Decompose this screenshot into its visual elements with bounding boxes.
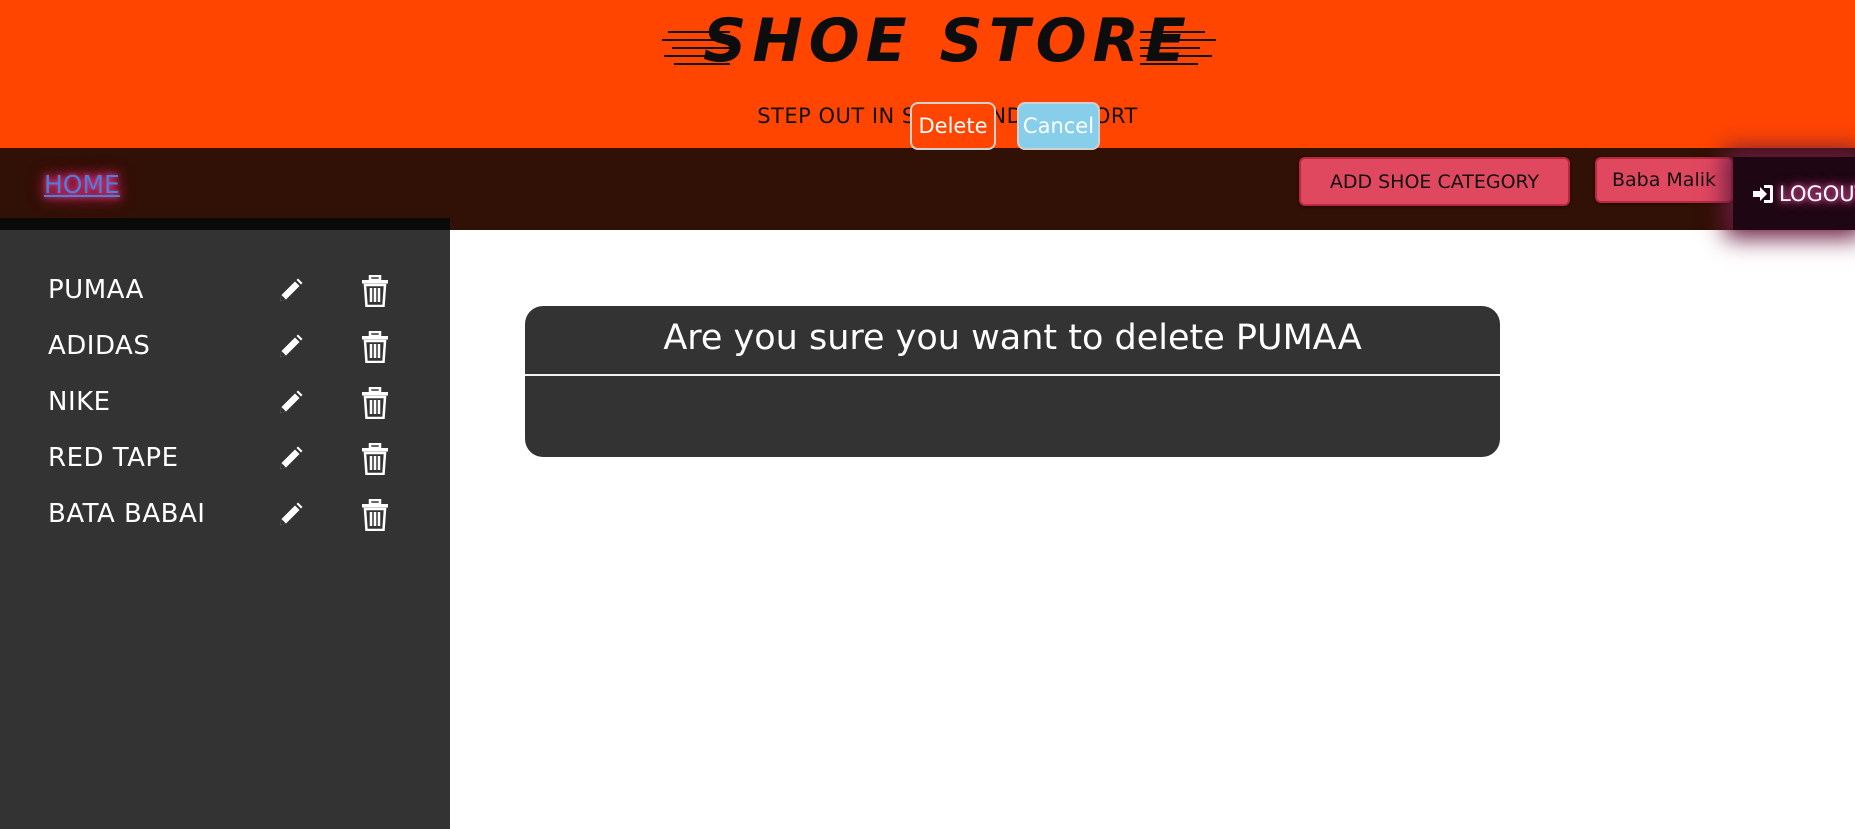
pencil-icon[interactable]	[275, 388, 305, 418]
category-name: BATA BABAI	[48, 499, 206, 529]
logout-button[interactable]: LOGOUT	[1733, 157, 1855, 230]
category-name: PUMAA	[48, 275, 144, 305]
dialog-divider	[525, 374, 1500, 376]
category-item: NIKE	[0, 374, 450, 430]
dialog-message: Are you sure you want to delete PUMAA	[663, 318, 1362, 358]
nav-home-link[interactable]: HOME	[44, 170, 120, 199]
pencil-icon[interactable]	[275, 332, 305, 362]
pencil-icon[interactable]	[275, 444, 305, 474]
category-item: ADIDAS	[0, 318, 450, 374]
trash-icon[interactable]	[360, 331, 390, 363]
site-logo: SHOE STORE	[703, 6, 1192, 76]
category-name: RED TAPE	[48, 443, 179, 473]
pencil-icon[interactable]	[275, 500, 305, 530]
pencil-icon[interactable]	[275, 276, 305, 306]
trash-icon[interactable]	[360, 443, 390, 475]
sign-in-icon	[1753, 184, 1773, 203]
trash-icon[interactable]	[360, 387, 390, 419]
confirm-delete-button[interactable]: Delete	[910, 102, 996, 150]
category-name: NIKE	[48, 387, 111, 417]
category-item: RED TAPE	[0, 430, 450, 486]
cancel-button[interactable]: Cancel	[1017, 102, 1100, 150]
trash-icon[interactable]	[360, 499, 390, 531]
category-item: PUMAA	[0, 262, 450, 318]
user-button[interactable]: Baba Malik	[1595, 157, 1733, 203]
category-item: BATA BABAI	[0, 486, 450, 542]
delete-confirm-dialog: Are you sure you want to delete PUMAA	[525, 306, 1500, 457]
logout-label: LOGOUT	[1779, 181, 1855, 206]
add-shoe-category-button[interactable]: ADD SHOE CATEGORY	[1299, 157, 1570, 206]
trash-icon[interactable]	[360, 275, 390, 307]
category-name: ADIDAS	[48, 331, 151, 361]
category-sidebar: PUMAA ADIDAS NIKE RED TAPE BATA BABAI	[0, 218, 450, 829]
